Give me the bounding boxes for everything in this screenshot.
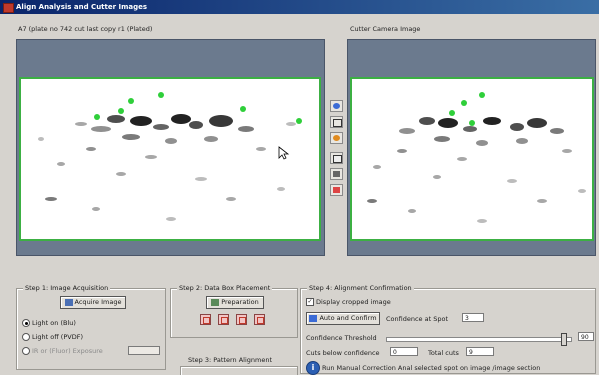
radio-light-on[interactable]: Light on (Blu) (22, 319, 76, 327)
manual-correction-text: Run Manual Correction Anal selected spot… (322, 364, 541, 372)
confidence-field[interactable]: 3 (462, 313, 484, 322)
camera-icon[interactable] (330, 168, 343, 180)
acquire-image-button[interactable]: Acquire Image (60, 296, 126, 309)
confidence-label: Confidence at Spot (386, 315, 448, 323)
color-icon[interactable] (330, 132, 343, 144)
title-bar: Align Analysis and Cutter Images (0, 0, 599, 14)
display-cropped-checkbox[interactable]: ✓ Display cropped image (306, 298, 391, 306)
step1-title: Step 1: Image Acquisition (23, 284, 111, 292)
radio-light-off[interactable]: Light off (PVDF) (22, 333, 83, 341)
left-image-caption: A7 (plate no 742 cut last copy r1 (Plate… (18, 25, 153, 33)
analysis-gel-image[interactable] (19, 77, 321, 241)
threshold-slider-thumb[interactable] (560, 333, 567, 346)
box-tool-3[interactable] (236, 314, 247, 325)
grid-icon (211, 298, 220, 306)
auto-confirm-button[interactable]: Auto and Confirm (306, 312, 380, 325)
check-icon: ✓ (306, 298, 314, 306)
info-icon: i (306, 361, 320, 375)
preparation-label: Preparation (221, 298, 259, 306)
right-image-caption: Cutter Camera Image (350, 25, 421, 33)
threshold-slider[interactable] (386, 337, 572, 342)
camera-icon (64, 298, 73, 306)
box-tool-1[interactable] (200, 314, 211, 325)
crop-icon[interactable] (330, 116, 343, 128)
total-cuts-label: Total cuts (428, 349, 459, 357)
threshold-label: Confidence Threshold (306, 334, 377, 342)
display-cropped-label: Display cropped image (316, 298, 391, 306)
step4-title: Step 4: Alignment Confirmation (307, 284, 414, 292)
radio-light-off-label: Light off (PVDF) (32, 333, 83, 341)
auto-confirm-label: Auto and Confirm (319, 314, 377, 322)
threshold-field[interactable]: 90 (578, 332, 594, 341)
gel-icon[interactable] (330, 184, 343, 196)
cutter-image-panel (347, 39, 596, 256)
preparation-button[interactable]: Preparation (206, 296, 264, 309)
exposure-field[interactable] (128, 346, 160, 355)
cuts-below-field[interactable]: 0 (390, 347, 418, 356)
app-icon[interactable] (3, 3, 14, 13)
box-tool-4[interactable] (254, 314, 265, 325)
radio-ir-label: IR or (Fluor) Exposure (32, 347, 103, 355)
step2-title: Step 2: Data Box Placement (177, 284, 273, 292)
radio-light-on-label: Light on (Blu) (32, 319, 76, 327)
cuts-below-label: Cuts below confidence (306, 349, 380, 357)
cutter-gel-image[interactable] (350, 77, 594, 241)
acquire-image-label: Acquire Image (74, 298, 122, 306)
frame-icon[interactable] (330, 152, 343, 164)
total-cuts-field[interactable]: 9 (466, 347, 494, 356)
step3-title: Step 3: Pattern Alignment (188, 356, 273, 364)
radio-ir-fluor[interactable]: IR or (Fluor) Exposure (22, 347, 103, 355)
box-tool-2[interactable] (218, 314, 229, 325)
analysis-image-panel (16, 39, 325, 256)
zoom-in-icon[interactable] (330, 100, 343, 112)
window-title: Align Analysis and Cutter Images (16, 3, 148, 11)
arrow-icon (309, 314, 318, 322)
